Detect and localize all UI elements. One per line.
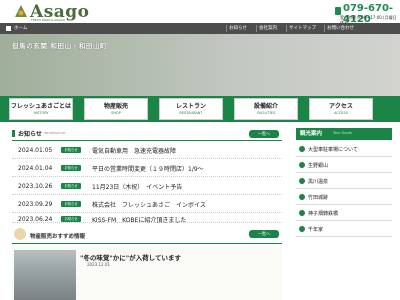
sidebar-item-label[interactable]: 黒川温泉 xyxy=(308,178,328,185)
main-nav-sublabel: FACILITIES xyxy=(256,111,276,115)
news-list-button[interactable]: 一覧へ xyxy=(249,130,279,138)
top-nav-separator xyxy=(226,25,227,32)
logo-icon xyxy=(15,5,27,17)
sidebar-item-label[interactable]: 大型車駐車場について xyxy=(308,146,358,153)
logo-subtitle: FRESH FARM & ASAGO xyxy=(31,18,65,22)
news-badge: お知らせ xyxy=(61,216,81,222)
main-nav-label: 設備紹介 xyxy=(253,103,278,110)
sidebar-title: 観光案内 xyxy=(300,131,323,137)
recommend-title: 物産販売おすすめ情報 xyxy=(30,234,86,240)
news-link[interactable]: 11月23日（木祝） イベント予告 xyxy=(92,182,182,191)
news-link[interactable]: 平日の営業時間変更（１９時閉店）1/9～ xyxy=(92,164,204,173)
top-nav-company[interactable]: 会社案内 xyxy=(259,24,277,33)
news-title: お知らせ xyxy=(18,131,42,138)
sidebar-item-label[interactable]: 生野銀山 xyxy=(308,162,328,169)
bullet-icon xyxy=(299,226,305,232)
main-nav-label: レストラン xyxy=(175,103,206,110)
sidebar-item-label[interactable]: 千年家 xyxy=(308,226,323,233)
main-nav-label: 物産販売 xyxy=(103,103,128,110)
top-nav-news[interactable]: お知らせ xyxy=(229,24,247,33)
main-nav-label: アクセス xyxy=(329,103,353,110)
phone-icon xyxy=(335,7,341,15)
news-badge: お知らせ xyxy=(61,165,81,171)
recommend-item-title[interactable]: "冬の味覚"かに"が入荷しています xyxy=(80,252,181,262)
news-link[interactable]: 電気自動車用 急速充電器故障 xyxy=(92,146,176,155)
sidebar-item-label[interactable]: 竹田城跡 xyxy=(308,194,328,201)
news-link[interactable]: KISS-FM KOBEに紹介頂きました xyxy=(92,215,186,224)
news-badge: お知らせ xyxy=(61,201,81,207)
news-badge: お知らせ xyxy=(61,147,81,153)
news-date: 2024.01.05 xyxy=(18,147,53,154)
hero-caption: 但馬の玄関 和田山・和田山町 xyxy=(12,42,108,50)
sidebar-item-label[interactable]: 神子畑鋳鉄橋 xyxy=(308,210,338,217)
recommend-list-button[interactable]: 一覧へ xyxy=(249,230,279,238)
mascot-icon xyxy=(14,228,26,240)
home-icon xyxy=(6,26,11,31)
main-nav-access[interactable]: アクセス ACCESS xyxy=(309,98,373,120)
top-nav-home[interactable]: ホーム xyxy=(14,24,27,33)
news-subtitle: INFORMATION xyxy=(44,131,66,135)
main-nav-sublabel: RESTAURANT xyxy=(179,111,203,115)
main-nav-sublabel: HISTORY xyxy=(33,111,49,115)
news-date: 2024.01.04 xyxy=(18,165,53,172)
bullet-icon xyxy=(299,210,305,216)
news-date: 2023.09.29 xyxy=(18,201,53,208)
bullet-icon xyxy=(299,162,305,168)
main-nav-history[interactable]: フレッシュあさごとは HISTORY xyxy=(9,98,73,120)
top-nav-separator xyxy=(256,25,257,32)
top-nav-sitemap[interactable]: サイトマップ xyxy=(289,24,316,33)
sidebar-subtitle: Tour Guide xyxy=(333,131,352,135)
news-date: 2023.06.24 xyxy=(18,216,53,223)
main-nav-shop[interactable]: 物産販売 SHOP xyxy=(84,98,148,120)
main-nav-facilities[interactable]: 設備紹介 FACILITIES xyxy=(234,98,298,120)
bullet-icon xyxy=(299,146,305,152)
news-date: 2023.10.26 xyxy=(18,183,53,190)
recommend-item-date: 2023.12.01 xyxy=(87,262,110,267)
main-nav-sublabel: SHOP xyxy=(111,111,121,115)
news-badge: お知らせ xyxy=(61,183,81,189)
news-link[interactable]: 株式会社 フレッシュあさご インボイス xyxy=(92,200,206,209)
main-nav-restaurant[interactable]: レストラン RESTAURANT xyxy=(159,98,223,120)
recommend-image[interactable] xyxy=(14,250,76,300)
main-nav-label: フレッシュあさごとは xyxy=(10,103,71,110)
bullet-icon xyxy=(299,178,305,184)
news-bar-icon xyxy=(12,130,15,137)
top-nav-separator xyxy=(286,25,287,32)
top-nav-separator xyxy=(324,25,325,32)
bullet-icon xyxy=(299,194,305,200)
main-nav-sublabel: ACCESS xyxy=(334,111,348,115)
top-nav-contact[interactable]: お問い合わせ xyxy=(327,24,354,33)
